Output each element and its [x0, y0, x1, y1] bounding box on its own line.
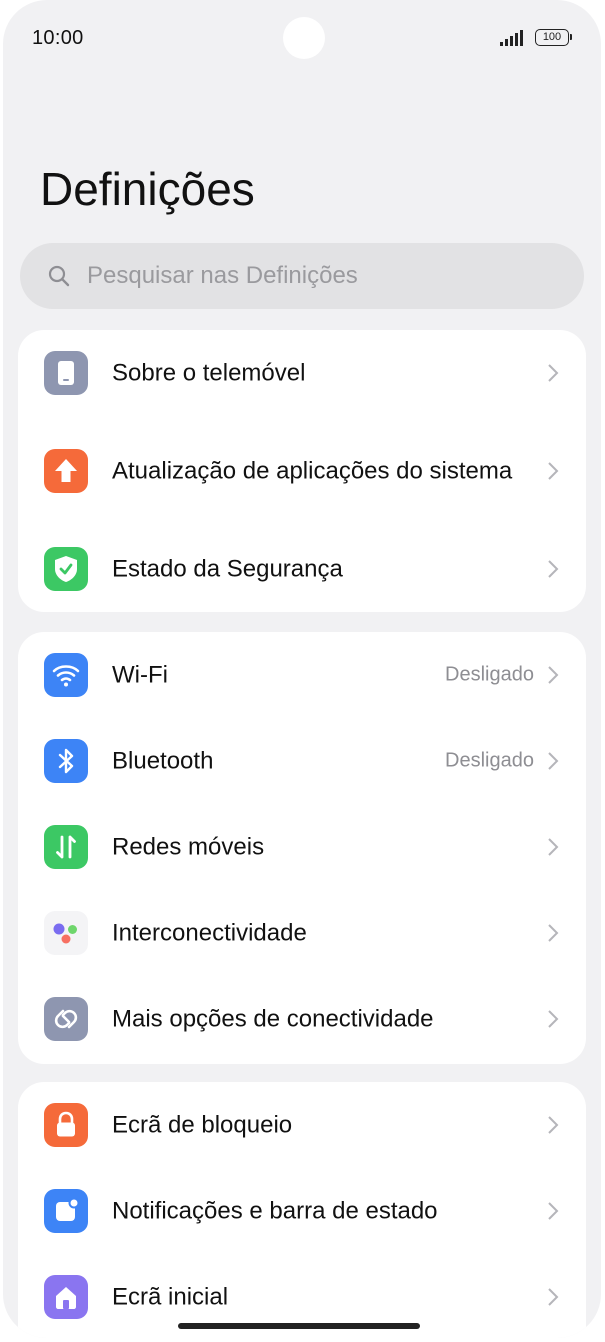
wifi-icon	[44, 653, 88, 697]
status-bar: 10:00 100	[3, 0, 601, 80]
settings-group-device: Sobre o telemóvel Atualização de aplicaç…	[18, 330, 586, 612]
chevron-right-icon	[548, 838, 559, 856]
settings-item-mobile-networks[interactable]: Redes móveis	[18, 804, 586, 890]
chevron-right-icon	[548, 462, 559, 480]
phone-screen: 10:00 100 Definições Pesquisar nas Defin…	[3, 0, 601, 1338]
settings-item-label: Atualização de aplicações do sistema	[112, 457, 513, 485]
settings-item-label: Estado da Segurança	[112, 555, 343, 583]
settings-item-more-connectivity[interactable]: Mais opções de conectividade	[18, 976, 586, 1062]
chevron-right-icon	[548, 560, 559, 578]
settings-group-display: Ecrã de bloqueio Notificações e barra de…	[18, 1082, 586, 1338]
settings-item-label: Sobre o telemóvel	[112, 359, 306, 387]
home-indicator[interactable]	[178, 1323, 420, 1329]
shield-check-icon	[44, 547, 88, 591]
chevron-right-icon	[548, 1010, 559, 1028]
bluetooth-icon	[44, 739, 88, 783]
settings-item-notifications[interactable]: Notificações e barra de estado	[18, 1168, 586, 1254]
settings-item-security-status[interactable]: Estado da Segurança	[18, 526, 586, 612]
chevron-right-icon	[548, 1202, 559, 1220]
page-title: Definições	[40, 163, 255, 215]
interconnect-icon	[44, 911, 88, 955]
settings-item-about-phone[interactable]: Sobre o telemóvel	[18, 330, 586, 416]
settings-item-bluetooth[interactable]: Bluetooth Desligado	[18, 718, 586, 804]
status-time: 10:00	[32, 27, 84, 49]
settings-item-label: Ecrã de bloqueio	[112, 1111, 293, 1139]
chevron-right-icon	[548, 1288, 559, 1306]
chevron-right-icon	[548, 752, 559, 770]
phone-icon	[44, 351, 88, 395]
signal-icon	[500, 30, 523, 46]
search-icon	[48, 265, 70, 287]
battery-icon: 100	[535, 29, 569, 46]
search-placeholder: Pesquisar nas Definições	[87, 262, 358, 289]
settings-item-label: Ecrã inicial	[112, 1283, 229, 1311]
settings-item-value: Desligado	[445, 749, 534, 772]
settings-item-value: Desligado	[445, 663, 534, 686]
settings-item-label: Interconectividade	[112, 919, 307, 947]
camera-cutout	[283, 17, 325, 59]
settings-item-system-app-updates[interactable]: Atualização de aplicações do sistema	[18, 416, 586, 526]
settings-item-interconnectivity[interactable]: Interconectividade	[18, 890, 586, 976]
link-icon	[44, 997, 88, 1041]
settings-item-wifi[interactable]: Wi-Fi Desligado	[18, 632, 586, 718]
settings-group-connectivity: Wi-Fi Desligado Bluetooth Desligado Rede…	[18, 632, 586, 1064]
settings-item-label: Mais opções de conectividade	[112, 1005, 434, 1033]
battery-level: 100	[542, 31, 562, 43]
search-bar[interactable]: Pesquisar nas Definições	[20, 243, 584, 309]
chevron-right-icon	[548, 1116, 559, 1134]
notification-icon	[44, 1189, 88, 1233]
mobile-data-icon	[44, 825, 88, 869]
home-icon	[44, 1275, 88, 1319]
chevron-right-icon	[548, 924, 559, 942]
settings-item-lock-screen[interactable]: Ecrã de bloqueio	[18, 1082, 586, 1168]
settings-item-label: Notificações e barra de estado	[112, 1197, 438, 1225]
chevron-right-icon	[548, 364, 559, 382]
lock-icon	[44, 1103, 88, 1147]
settings-item-label: Redes móveis	[112, 833, 265, 861]
arrow-up-icon	[44, 449, 88, 493]
battery-tip	[570, 34, 572, 40]
chevron-right-icon	[548, 666, 559, 684]
